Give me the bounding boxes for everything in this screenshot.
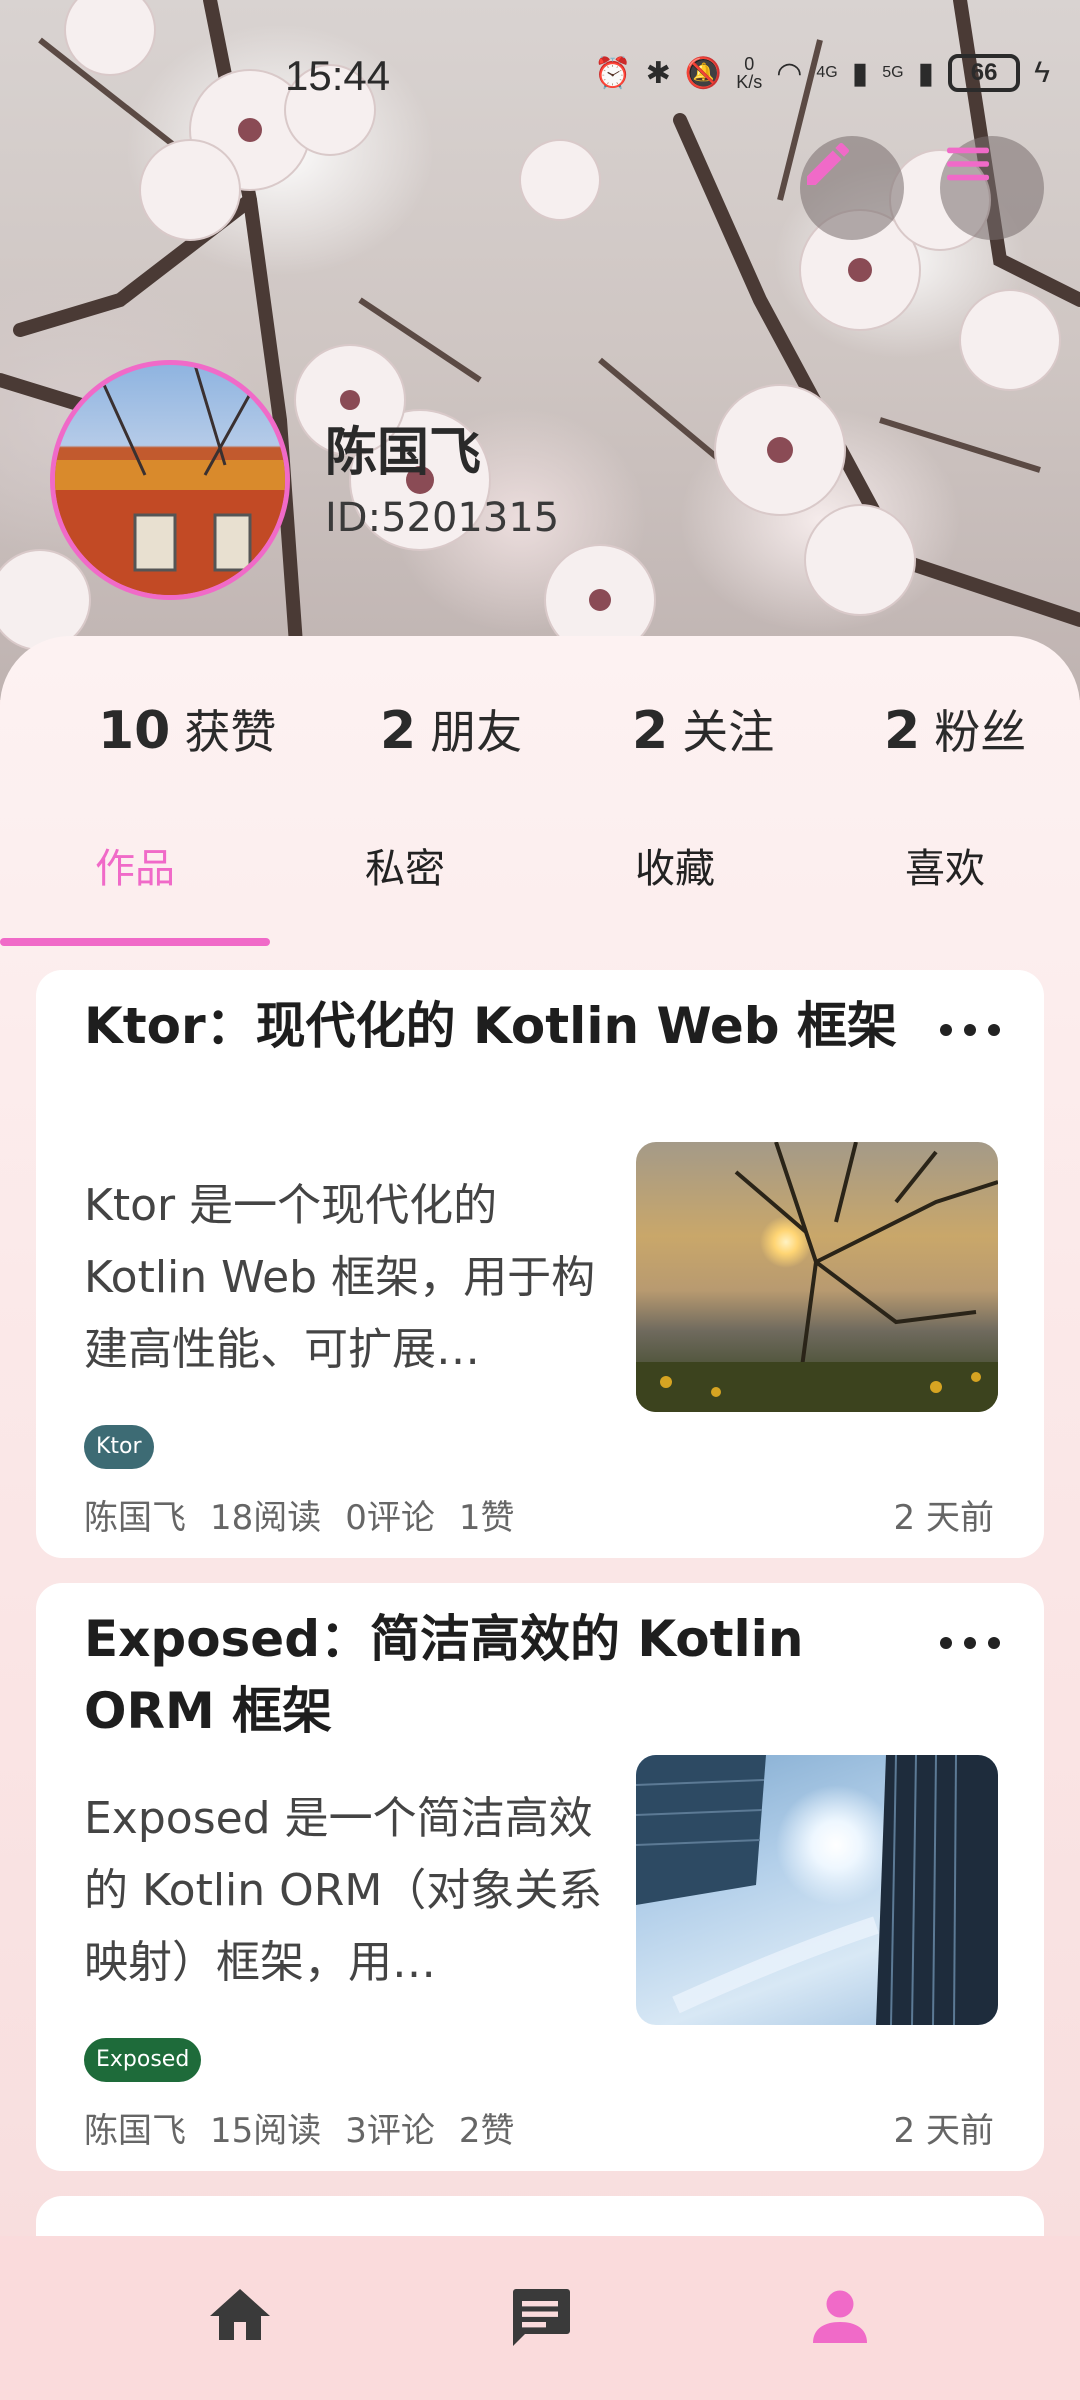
post-thumbnail[interactable] [636, 1755, 998, 2025]
post-summary: Ktor 是一个现代化的 Kotlin Web 框架，用于构建高性能、可扩展… [84, 1180, 596, 1375]
post-meta: 陈国飞 18阅读 0评论 1赞 [84, 1490, 539, 1539]
edit-profile-button[interactable] [800, 136, 904, 240]
post-meta: 陈国飞 15阅读 3评论 2赞 [84, 2103, 539, 2152]
hamburger-menu-icon [947, 147, 989, 181]
person-icon [813, 2290, 867, 2343]
post-card[interactable]: Ktor：现代化的 Kotlin Web 框架 Ktor 是一个现代化的 Kot… [36, 970, 1044, 1558]
post-comments: 0评论 [345, 1498, 435, 1538]
tab-favorites[interactable]: 收藏 [540, 836, 810, 894]
post-tag[interactable]: Exposed [84, 2038, 202, 2082]
post-author: 陈国飞 [84, 2111, 186, 2151]
post-comments: 3评论 [345, 2111, 435, 2151]
post-summary: Exposed 是一个简洁高效的 Kotlin ORM（对象关系映射）框架，用… [84, 1793, 603, 1988]
message-icon [513, 2289, 570, 2346]
post-tag[interactable]: Ktor [84, 1425, 154, 1469]
nav-messages[interactable] [500, 2276, 580, 2356]
status-icons: ⏰ ✱ 🔕 0 K/s ◠ 4G ▮ 5G ▮ 66 ϟ [594, 54, 1050, 92]
post-title[interactable]: Ktor：现代化的 Kotlin Web 框架 [84, 990, 904, 1062]
profile-stats: 10 获赞 2 朋友 2 关注 2 粉丝 [0, 696, 1080, 776]
post-likes: 2赞 [458, 2111, 515, 2151]
status-bar: 15:44 ⏰ ✱ 🔕 0 K/s ◠ 4G ▮ 5G ▮ 66 ϟ [0, 40, 1080, 120]
nav-home[interactable] [200, 2276, 280, 2356]
post-author: 陈国飞 [84, 1498, 186, 1538]
mute-icon: 🔕 [684, 56, 723, 90]
nav-profile[interactable] [800, 2276, 880, 2356]
stat-following[interactable]: 2 关注 [632, 696, 774, 762]
post-thumbnail[interactable] [636, 1142, 998, 1412]
battery-indicator: 66 [948, 54, 1021, 92]
pencil-icon [807, 142, 850, 185]
stat-likes[interactable]: 10 获赞 [98, 696, 276, 762]
bottom-navigation [0, 2236, 1080, 2400]
stat-followers[interactable]: 2 粉丝 [884, 696, 1026, 762]
net-speed: 0 K/s [736, 54, 763, 92]
signal-5g-label: 5G [882, 64, 904, 81]
signal-4g-label: 4G [816, 64, 838, 81]
sunset-tree-photo [636, 1142, 998, 1412]
post-likes: 1赞 [458, 1498, 515, 1538]
home-icon [210, 2289, 270, 2340]
alarm-icon: ⏰ [594, 56, 632, 90]
tab-liked[interactable]: 喜欢 [810, 836, 1080, 894]
post-title[interactable]: Exposed：简洁高效的 Kotlin ORM 框架 [84, 1603, 904, 1747]
avatar-photo [55, 365, 285, 595]
post-reads: 15阅读 [210, 2111, 322, 2151]
more-options-button[interactable] [940, 1623, 1000, 1663]
charging-icon: ϟ [1034, 56, 1050, 89]
post-card[interactable]: Exposed：简洁高效的 Kotlin ORM 框架 Exposed 是一个简… [36, 1583, 1044, 2171]
more-options-button[interactable] [940, 1010, 1000, 1050]
status-time: 15:44 [285, 52, 391, 99]
signal-icon: ▮ [917, 56, 935, 90]
menu-button[interactable] [940, 136, 1044, 240]
post-time: 2 天前 [893, 2111, 994, 2151]
wifi-icon: ◠ [776, 56, 803, 90]
stat-friends[interactable]: 2 朋友 [380, 696, 522, 762]
tab-private[interactable]: 私密 [270, 836, 540, 894]
content-tabs: 作品 私密 收藏 喜欢 [0, 836, 1080, 946]
avatar[interactable] [50, 360, 290, 600]
post-time: 2 天前 [893, 1498, 994, 1538]
post-reads: 18阅读 [210, 1498, 322, 1538]
user-id: ID:5201315 [325, 495, 560, 541]
signal-icon: ▮ [851, 56, 869, 90]
bluetooth-icon: ✱ [645, 56, 671, 90]
tab-works[interactable]: 作品 [0, 836, 270, 894]
profile-header-background: 15:44 ⏰ ✱ 🔕 0 K/s ◠ 4G ▮ 5G ▮ 66 ϟ 陈国飞 I… [0, 0, 1080, 700]
user-name: 陈国飞 [325, 423, 482, 483]
sky-buildings-photo [636, 1755, 998, 2025]
tab-indicator [0, 938, 270, 946]
